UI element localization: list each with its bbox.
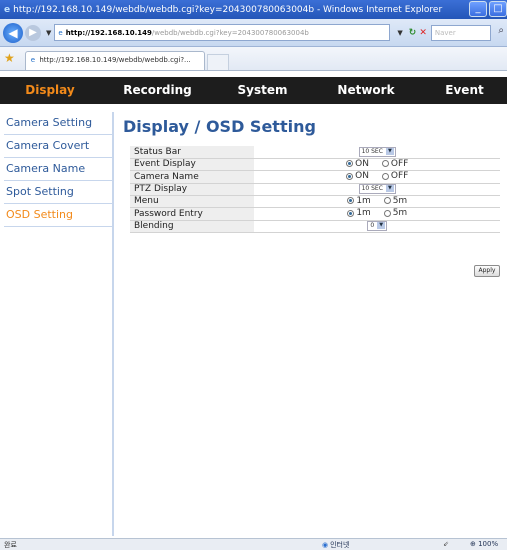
status-bar-value: 10 SEC	[361, 147, 383, 155]
nav-system[interactable]: System	[215, 77, 310, 104]
refresh-icon[interactable]: ↻	[409, 28, 417, 38]
password-entry-label: Password Entry	[130, 207, 255, 221]
browser-tab[interactable]: e http://192.168.10.149/webdb/webdb.cgi?…	[24, 51, 205, 70]
tab-bar: ★ e http://192.168.10.149/webdb/webdb.cg…	[0, 47, 507, 71]
camera-name-off-radio[interactable]: OFF	[381, 171, 408, 181]
status-text: 완료	[4, 540, 17, 549]
menu-label: Menu	[130, 195, 255, 208]
url-host: http://192.168.10.149	[65, 28, 152, 37]
browser-status-bar: 완료 ◉ 인터넷 ⇙ ⊕ 100%	[0, 538, 507, 550]
minimize-button[interactable]: _	[469, 1, 487, 17]
chevron-down-icon: ▼	[377, 221, 386, 229]
osd-settings-table: Status Bar 10 SEC ▼ Event Display ON OFF …	[130, 146, 500, 233]
table-row: Status Bar 10 SEC ▼	[130, 146, 500, 159]
table-row: Event Display ON OFF	[130, 158, 500, 171]
table-row: Menu 1m 5m	[130, 195, 500, 208]
camera-name-label: Camera Name	[130, 170, 255, 184]
sidebar: Camera Setting Camera Covert Camera Name…	[4, 112, 114, 536]
sidebar-item-osd-setting[interactable]: OSD Setting	[4, 204, 112, 227]
nav-display[interactable]: Display	[0, 77, 100, 104]
address-input[interactable]: e http://192.168.10.149 /webdb/webdb.cgi…	[54, 24, 391, 41]
page-title: Display / OSD Setting	[123, 117, 316, 136]
protected-mode-icon: ⇙	[443, 540, 449, 548]
page-icon: e	[58, 28, 63, 37]
ptz-display-select[interactable]: 10 SEC ▼	[358, 183, 396, 194]
password-entry-5m-radio[interactable]: 5m	[383, 208, 407, 218]
history-dropdown-icon[interactable]: ▼	[46, 29, 51, 37]
sidebar-item-camera-setting[interactable]: Camera Setting	[4, 112, 112, 135]
forward-icon[interactable]: ▶	[25, 24, 41, 41]
ptz-display-label: PTZ Display	[130, 183, 255, 196]
main-nav: Display Recording System Network Event	[0, 77, 507, 104]
sidebar-item-camera-covert[interactable]: Camera Covert	[4, 135, 112, 158]
back-icon[interactable]: ◀	[3, 22, 23, 43]
tab-page-icon: e	[30, 56, 36, 64]
menu-1m-radio[interactable]: 1m	[347, 196, 371, 206]
apply-button[interactable]: Apply	[474, 265, 500, 277]
window-title-bar: e http://192.168.10.149/webdb/webdb.cgi?…	[0, 0, 507, 19]
blending-value: 0	[370, 221, 375, 229]
search-input[interactable]: Naver	[430, 24, 491, 41]
status-bar-label: Status Bar	[130, 146, 255, 159]
address-toolbar: ◀ ▶ ▼ e http://192.168.10.149 /webdb/web…	[0, 19, 507, 47]
address-dropdown-icon[interactable]: ▼	[397, 29, 402, 37]
restore-button[interactable]: □	[489, 1, 507, 17]
table-row: Camera Name ON OFF	[130, 170, 500, 184]
password-entry-1m-radio[interactable]: 1m	[347, 208, 371, 218]
event-display-label: Event Display	[130, 158, 255, 171]
url-path: /webdb/webdb.cgi?key=204300780063004b	[151, 28, 309, 37]
camera-name-on-radio[interactable]: ON	[346, 171, 369, 181]
tab-label: http://192.168.10.149/webdb/webdb.cgi?..…	[39, 56, 191, 64]
chevron-down-icon: ▼	[385, 147, 394, 155]
nav-event[interactable]: Event	[422, 77, 507, 104]
internet-explorer-icon: e	[4, 4, 11, 15]
favorites-star-icon[interactable]: ★	[4, 51, 15, 65]
security-zone: ◉ 인터넷	[322, 541, 350, 549]
table-row: Password Entry 1m 5m	[130, 207, 500, 221]
window-title: http://192.168.10.149/webdb/webdb.cgi?ke…	[13, 4, 443, 15]
globe-icon: ◉	[322, 541, 329, 549]
event-display-on-radio[interactable]: ON	[346, 159, 369, 169]
new-tab-button[interactable]	[206, 54, 229, 70]
ptz-display-value: 10 SEC	[361, 184, 383, 192]
sidebar-item-spot-setting[interactable]: Spot Setting	[4, 181, 112, 204]
stop-icon[interactable]: ✕	[419, 28, 427, 38]
sidebar-item-camera-name[interactable]: Camera Name	[4, 158, 112, 181]
table-row: Blending 0 ▼	[130, 220, 500, 233]
event-display-off-radio[interactable]: OFF	[381, 159, 408, 169]
search-icon[interactable]: ⌕	[498, 25, 504, 36]
blending-select[interactable]: 0 ▼	[367, 220, 388, 231]
table-row: PTZ Display 10 SEC ▼	[130, 183, 500, 196]
nav-recording[interactable]: Recording	[100, 77, 215, 104]
zoom-level[interactable]: ⊕ 100%	[470, 540, 498, 548]
status-bar-select[interactable]: 10 SEC ▼	[358, 146, 396, 157]
chevron-down-icon: ▼	[385, 184, 394, 192]
nav-network[interactable]: Network	[310, 77, 422, 104]
blending-label: Blending	[130, 220, 255, 233]
menu-5m-radio[interactable]: 5m	[383, 196, 407, 206]
